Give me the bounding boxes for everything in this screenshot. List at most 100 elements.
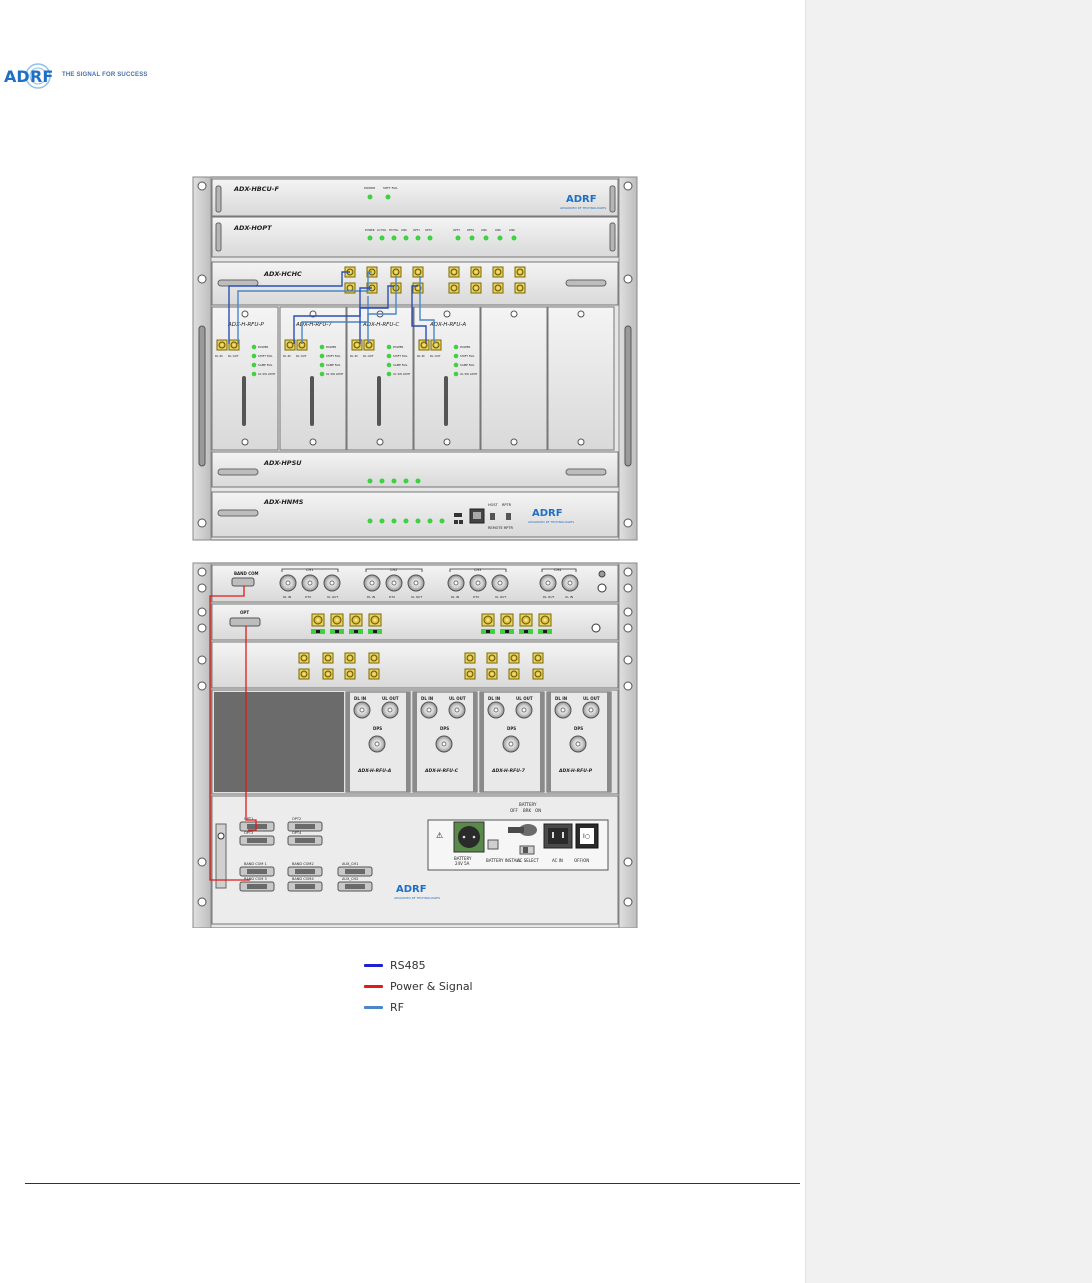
- legend-swatch-rs485: [364, 964, 383, 967]
- rear-rfu-dl-in: DL IN: [555, 696, 567, 701]
- channel-port-label: DTX: [473, 595, 479, 599]
- nms-label: ADX-HNMS: [263, 498, 304, 506]
- rear-rfu-label: ADX-H-RFU-7: [491, 768, 526, 774]
- opt-led-label: LINK: [481, 228, 487, 232]
- rfu-led-label: SHIFT FAIL: [393, 354, 408, 358]
- rear-rfu-dl-in: DL IN: [354, 696, 366, 701]
- rfu-led-label: SAME FAIL: [258, 363, 273, 367]
- opt-led-label: LINK: [401, 228, 407, 232]
- channel-port-label: DTX: [305, 595, 311, 599]
- channel-port-label: DL IN: [451, 595, 459, 599]
- battery-voltage: 24V 5A: [455, 861, 470, 866]
- opt-led-label: LD FAIL: [377, 228, 387, 232]
- legend: RS485 Power & Signal RF: [364, 955, 564, 1018]
- opt-led: [379, 235, 385, 241]
- rfu-led-label: SHIFT FAIL: [460, 354, 475, 358]
- opt-led: [415, 235, 421, 241]
- legend-item-rf: RF: [364, 997, 564, 1018]
- opt-led: [391, 235, 397, 241]
- rear-rfu-ul-out: UL OUT: [516, 696, 533, 701]
- battery-title: BATTERY: [519, 802, 537, 807]
- bcu-led-label-0: POWER: [364, 186, 375, 190]
- opt-led: [455, 235, 461, 241]
- opt-label: ADX-HOPT: [233, 224, 272, 232]
- opt-led-label: OPT1: [413, 228, 420, 232]
- logo-tagline: THE SIGNAL FOR SUCCESS: [62, 72, 148, 78]
- legend-item-rs485: RS485: [364, 955, 564, 976]
- legend-label-power-signal: Power & Signal: [390, 980, 473, 993]
- ac-inlet: [543, 823, 573, 849]
- rear-rfu-dps: DPS: [507, 726, 516, 731]
- rfu-led-label: POWER: [460, 345, 470, 349]
- rfu-dl-in-label: DL IN: [215, 354, 223, 358]
- rfu-dl-out-label: DL OUT: [363, 354, 374, 358]
- opt-led-label: OPT3: [453, 228, 460, 232]
- rear-rfu-label: ADX-H-RFU-A: [357, 768, 392, 774]
- opt-led: [367, 235, 373, 241]
- battery-brk: BRK: [523, 808, 532, 813]
- db-connector-label: BAND COM4: [292, 877, 314, 881]
- db-connector-label: AUX_CH1: [342, 862, 358, 866]
- nms-remote-label: REMOTE RPTR: [488, 526, 514, 530]
- bcu-label: ADX-HBCU-F: [233, 185, 280, 193]
- rfu-front-label: ADX-H-RFU-P: [227, 322, 264, 328]
- rear-brand-logo: ADRF: [396, 884, 427, 895]
- opt-led-label: PD FAIL: [389, 228, 399, 232]
- rfu-led-label: UL SW LIMIT: [393, 372, 411, 376]
- legend-swatch-rf: [364, 1006, 383, 1009]
- opt-led-label: LINK: [495, 228, 501, 232]
- rfu-dl-out-label: DL OUT: [430, 354, 441, 358]
- warning-icon: ⚠: [436, 831, 443, 840]
- opt-led: [427, 235, 433, 241]
- channel-port-label: DTX: [389, 595, 395, 599]
- db-connector-label: OPT4: [292, 831, 302, 835]
- opt-led-label: LINK: [509, 228, 515, 232]
- opt-led-label: OPT2: [425, 228, 432, 232]
- battery-off: OFF: [510, 808, 518, 813]
- nms-brand-logo: ADRF: [532, 508, 563, 519]
- rfu-dl-out-label: DL OUT: [296, 354, 307, 358]
- front-panel: ADX-HBCU-F POWER SHFT FAIL ADRF ADVANCED…: [192, 176, 638, 541]
- document-page: AD RF THE SIGNAL FOR SUCCESS ADX-HBCU-F …: [0, 0, 805, 1283]
- rear-rfu-ul-out: UL OUT: [382, 696, 399, 701]
- rear-rfu-dps: DPS: [373, 726, 382, 731]
- rfu-dl-out-label: DL OUT: [228, 354, 239, 358]
- opt-led-label: OPT4: [467, 228, 474, 232]
- rear-rfu-label: ADX-H-RFU-P: [558, 768, 593, 774]
- rfu-led-label: SAME FAIL: [326, 363, 341, 367]
- channel-port-label: DL IN: [283, 595, 291, 599]
- rfu-led-label: SAME FAIL: [460, 363, 475, 367]
- rfu-led-label: SAME FAIL: [393, 363, 408, 367]
- opt-led-label: POWER: [365, 228, 375, 232]
- db-connector-label: AUX_CH2: [342, 877, 358, 881]
- db-connector-label: BAND COM2: [292, 862, 314, 866]
- rfu-led-label: POWER: [393, 345, 403, 349]
- db-connector-label: OPT2: [292, 817, 301, 821]
- opt-led: [511, 235, 517, 241]
- bcu-brand-text: ADVANCED RF TECHNOLOGIES: [560, 206, 606, 210]
- battery-on: ON: [535, 808, 541, 813]
- rfu-slot: [547, 306, 615, 451]
- bcu-led-label-1: SHFT FAIL: [383, 186, 398, 190]
- legend-label-rf: RF: [390, 1001, 404, 1014]
- opt-led: [469, 235, 475, 241]
- rear-rfu-ul-out: UL OUT: [583, 696, 600, 701]
- rear-opt-label: OPT: [240, 610, 249, 615]
- rack-drawings: ADX-HBCU-F POWER SHFT FAIL ADRF ADVANCED…: [192, 176, 638, 929]
- channel-port-label: UL OUT: [411, 595, 422, 599]
- rfu-led-label: POWER: [326, 345, 336, 349]
- rfu-led-label: UL SW LIMIT: [326, 372, 344, 376]
- legend-label-rs485: RS485: [390, 959, 426, 972]
- channel-port-label: UL OUT: [495, 595, 506, 599]
- db-connector-label: OPT3: [244, 831, 253, 835]
- opt-led: [403, 235, 409, 241]
- svg-text:I○: I○: [583, 833, 590, 840]
- channel-port-label: DL IN: [367, 595, 375, 599]
- rear-rfu-dl-in: DL IN: [488, 696, 500, 701]
- aux-port-label: DL OUT: [543, 595, 554, 599]
- channel-group-label: CH4: [554, 568, 562, 572]
- power-switch: I○: [575, 823, 599, 849]
- opt-led: [483, 235, 489, 241]
- rear-rfu-label: ADX-H-RFU-C: [424, 768, 459, 774]
- rfu-led-label: UL SW LIMIT: [258, 372, 276, 376]
